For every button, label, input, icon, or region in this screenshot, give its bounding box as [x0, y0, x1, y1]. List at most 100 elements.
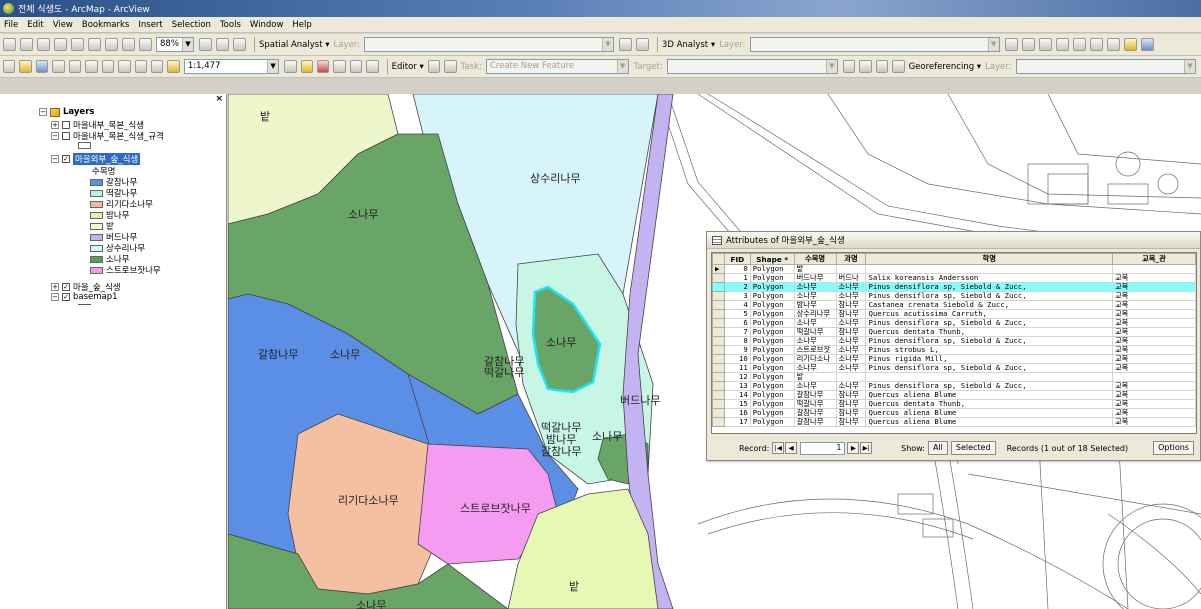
row-selector[interactable]	[712, 327, 725, 337]
close-icon[interactable]: ×	[215, 94, 223, 104]
profile-graph-icon[interactable]	[1106, 38, 1120, 51]
cut-icon[interactable]	[68, 60, 82, 73]
georef-layer-combo[interactable]: ▼	[1015, 59, 1197, 74]
collapse-icon[interactable]: −	[51, 155, 59, 163]
show-all-button[interactable]: All	[927, 441, 948, 455]
table-row[interactable]: 14 Polygon 갈참나무 참나무 Quercus aliena Blume 교목	[712, 390, 1196, 400]
last-record-icon[interactable]: ▶|	[860, 442, 873, 454]
row-selector[interactable]	[712, 417, 725, 427]
layer-visibility-checkbox[interactable]: ✓	[62, 293, 70, 301]
print-icon[interactable]	[52, 60, 65, 73]
copy-icon[interactable]	[85, 60, 98, 73]
arcscene-icon[interactable]	[1123, 38, 1137, 51]
contour-icon[interactable]	[1004, 38, 1018, 51]
zoom-in-page-icon[interactable]	[3, 38, 16, 51]
row-selector[interactable]	[712, 309, 725, 319]
delete-icon[interactable]	[118, 60, 131, 73]
focus-data-frame-icon[interactable]	[216, 38, 229, 51]
layer-visibility-checkbox[interactable]	[62, 132, 70, 140]
table-row[interactable]: 13 Polygon 소나무 소나무 Pinus densiflora sp, Sieb…	[712, 381, 1196, 391]
fixed-zoom-out-icon[interactable]	[105, 38, 118, 51]
georeferencing-menu[interactable]: Georeferencing ▾	[909, 62, 982, 72]
previous-extent-icon[interactable]	[122, 38, 135, 51]
column-header-scientific[interactable]: 학명	[865, 253, 1113, 265]
row-selector[interactable]	[712, 399, 725, 409]
histogram-icon[interactable]	[618, 38, 632, 51]
toggle-draft-mode-icon[interactable]	[199, 38, 212, 51]
collapse-icon[interactable]: −	[39, 108, 47, 116]
target-combo[interactable]: ▼	[666, 59, 838, 74]
map-scale-combo[interactable]: 1:1,477 ▼	[183, 59, 280, 74]
change-layout-icon[interactable]	[233, 38, 246, 51]
arcglobe-icon[interactable]	[1140, 38, 1154, 51]
record-number-input[interactable]: 1	[800, 441, 846, 455]
table-row[interactable]: 6 Polygon 소나무 소나무 Pinus densiflora sp, Siebo…	[712, 318, 1196, 328]
table-row[interactable]: 8 Polygon 소나무 소나무 Pinus densiflora sp, Siebo…	[712, 336, 1196, 346]
fixed-zoom-in-icon[interactable]	[88, 38, 101, 51]
table-row[interactable]: 5 Polygon 상수리나무 참나무 Quercus acutissima Carru…	[712, 309, 1196, 319]
sketch-properties-icon[interactable]	[892, 60, 905, 73]
menu-selection[interactable]: Selection	[172, 20, 211, 30]
open-folder-icon[interactable]	[19, 60, 32, 73]
table-row[interactable]: 16 Polygon 갈참나무 참나무 Quercus aliena Blume 교목	[712, 408, 1196, 418]
options-button[interactable]: Options	[1153, 441, 1194, 455]
collapse-icon[interactable]: −	[51, 132, 59, 140]
task-combo[interactable]: Create New Feature ▼	[485, 59, 629, 74]
menu-view[interactable]: View	[53, 20, 73, 30]
3d-analyst-layer-combo[interactable]: ▼	[749, 37, 1000, 52]
zoom-out-page-icon[interactable]	[20, 38, 33, 51]
edit-tool-icon[interactable]	[427, 60, 441, 73]
spatial-analyst-menu[interactable]: Spatial Analyst ▾	[259, 40, 330, 50]
redo-icon[interactable]	[150, 60, 164, 73]
table-row[interactable]: 11 Polygon 소나무 소나무 Pinus densiflora sp, Sieb…	[712, 363, 1196, 373]
next-extent-icon[interactable]	[139, 38, 152, 51]
row-selector[interactable]	[712, 354, 725, 364]
row-selector[interactable]	[712, 273, 725, 283]
interpolate-line-icon[interactable]	[1072, 38, 1086, 51]
sketch-tool-icon[interactable]	[444, 60, 457, 73]
attributes-icon[interactable]	[875, 60, 889, 73]
split-tool-icon[interactable]	[842, 60, 856, 73]
arccatalog-icon[interactable]	[300, 60, 313, 73]
table-row[interactable]: 17 Polygon 갈참나무 참나무 Quercus aliena Blume 교목	[712, 417, 1196, 427]
show-selected-button[interactable]: Selected	[950, 441, 996, 455]
table-row[interactable]: 1 Polygon 버드나무 버드나 Salix koreansis Andersson…	[712, 273, 1196, 283]
next-record-icon[interactable]: ▶	[847, 442, 860, 454]
add-data-icon[interactable]	[167, 60, 180, 73]
undo-icon[interactable]	[134, 60, 147, 73]
table-row[interactable]: 3 Polygon 소나무 소나무 Pinus densiflora sp, Siebo…	[712, 291, 1196, 301]
row-selector[interactable]	[712, 291, 725, 301]
first-record-icon[interactable]: |◀	[772, 442, 785, 454]
steepest-path-icon[interactable]	[1021, 38, 1035, 51]
menu-tools[interactable]: Tools	[220, 20, 241, 30]
column-header-name[interactable]: 수목명	[793, 253, 837, 265]
table-row[interactable]: 15 Polygon 떡갈나무 참나무 Quercus dentata Thunb, 교목	[712, 399, 1196, 409]
row-selector[interactable]	[712, 345, 725, 355]
spatial-analyst-layer-combo[interactable]: ▼	[363, 37, 614, 52]
column-header-family[interactable]: 과명	[835, 253, 867, 265]
expand-icon[interactable]: +	[51, 121, 59, 129]
table-row[interactable]: 7 Polygon 떡갈나무 참나무 Quercus dentata Thunb, 교목	[712, 327, 1196, 337]
paste-icon[interactable]	[101, 60, 115, 73]
new-document-icon[interactable]	[3, 60, 16, 73]
attribute-table-window[interactable]: Attributes of 마을외부_숲_식생 FID Shape * 수목명 …	[706, 231, 1201, 461]
toc-layer-2[interactable]: − 마을내부_목본_식생_규격	[51, 130, 164, 142]
table-row[interactable]: 4 Polygon 밤나무 참나무 Castanea crenata Siebold &…	[712, 300, 1196, 310]
attribute-table-titlebar[interactable]: Attributes of 마을외부_숲_식생	[707, 232, 1200, 249]
zoom-100-icon[interactable]	[71, 38, 84, 51]
column-header-fid[interactable]: FID	[723, 253, 751, 265]
table-row[interactable]: 9 Polygon 스트로브잣 소나무 Pinus strobus L, 교목	[712, 345, 1196, 355]
row-selector[interactable]	[712, 390, 725, 400]
attribute-grid[interactable]: FID Shape * 수목명 과명 학명 교목_관 ▶ 0 Polygon 밭 1 Po…	[711, 252, 1197, 434]
3d-analyst-menu[interactable]: 3D Analyst ▾	[662, 40, 715, 50]
row-selector[interactable]	[712, 408, 725, 418]
model-builder-icon[interactable]	[349, 60, 363, 73]
menu-help[interactable]: Help	[292, 20, 311, 30]
row-selector[interactable]	[712, 372, 725, 382]
table-row[interactable]: ▶ 0 Polygon 밭	[712, 264, 1196, 274]
row-selector[interactable]	[712, 300, 725, 310]
editor-menu[interactable]: Editor ▾	[392, 62, 424, 72]
column-header-type[interactable]: 교목_관	[1111, 253, 1196, 265]
menu-insert[interactable]: Insert	[138, 20, 162, 30]
command-line-icon[interactable]	[333, 60, 346, 73]
